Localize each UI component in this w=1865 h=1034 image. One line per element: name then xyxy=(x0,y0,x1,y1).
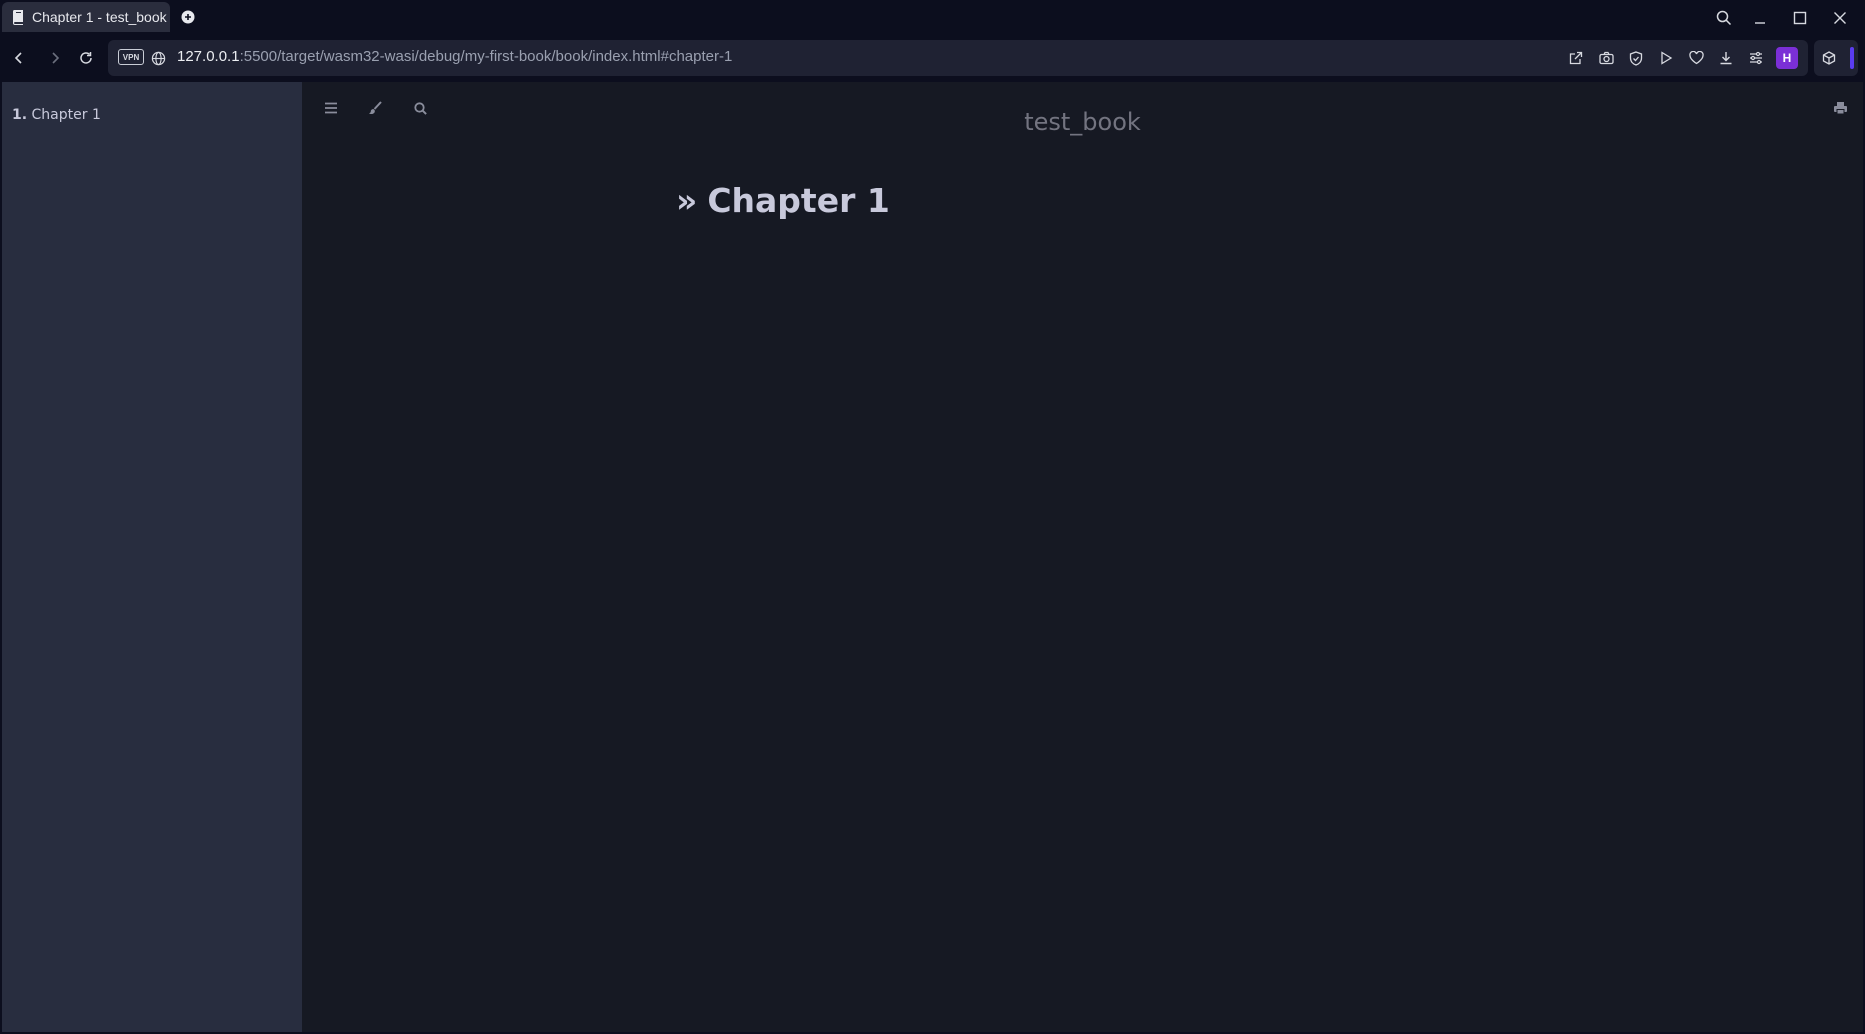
chapter-heading-text: Chapter 1 xyxy=(707,181,890,221)
chapter-heading: » Chapter 1 xyxy=(676,181,890,220)
back-arrow-icon xyxy=(12,51,26,65)
chapter-number: 1. xyxy=(12,107,28,123)
settings-sliders-icon xyxy=(1749,51,1763,65)
download-icon xyxy=(1719,51,1733,65)
forward-arrow-icon xyxy=(48,51,62,65)
minimize-icon xyxy=(1753,11,1767,25)
print-button[interactable] xyxy=(1827,95,1853,121)
downloads-button[interactable] xyxy=(1716,48,1736,68)
shield-icon xyxy=(1629,50,1643,66)
extensions-button[interactable] xyxy=(1819,48,1839,68)
new-tab-button[interactable] xyxy=(178,7,198,27)
chapter-link[interactable]: Chapter 1 xyxy=(32,107,101,123)
reload-button[interactable] xyxy=(74,46,98,70)
play-icon xyxy=(1659,51,1673,65)
browser-tab[interactable]: Chapter 1 - test_book xyxy=(2,2,170,32)
back-button[interactable] xyxy=(7,46,31,70)
share-button[interactable] xyxy=(1566,48,1586,68)
snapshot-button[interactable] xyxy=(1596,48,1616,68)
minimize-button[interactable] xyxy=(1748,6,1772,30)
reload-icon xyxy=(79,51,93,65)
profile-avatar[interactable]: H xyxy=(1776,47,1798,69)
web-page: 1. Chapter 1 test_book » Chapter 1 xyxy=(2,82,1863,1032)
player-button[interactable] xyxy=(1656,48,1676,68)
url-path: :5500/target/wasm32-wasi/debug/my-first-… xyxy=(239,48,733,65)
forward-button[interactable] xyxy=(43,46,67,70)
browser-toolbar: VPN 127.0.0.1:5500/target/wasm32-wasi/de… xyxy=(0,38,1865,78)
book-title: test_book xyxy=(1024,108,1141,137)
vpn-badge[interactable]: VPN xyxy=(118,49,144,65)
cube-icon xyxy=(1822,51,1836,65)
book-content: test_book » Chapter 1 xyxy=(302,82,1863,1032)
sidebar-item-chapter-1[interactable]: 1. Chapter 1 xyxy=(12,107,101,123)
url-host: 127.0.0.1 xyxy=(177,48,240,65)
heart-icon xyxy=(1688,51,1704,65)
camera-icon xyxy=(1598,51,1614,65)
url-text[interactable]: 127.0.0.1:5500/target/wasm32-wasi/debug/… xyxy=(177,48,732,65)
sidebar-toggle[interactable] xyxy=(1850,47,1854,69)
close-window-button[interactable] xyxy=(1828,6,1852,30)
easy-setup-button[interactable] xyxy=(1746,48,1766,68)
search-icon xyxy=(1716,10,1732,26)
heading-anchor[interactable]: » xyxy=(676,181,697,220)
globe-icon xyxy=(151,51,166,66)
maximize-button[interactable] xyxy=(1788,6,1812,30)
maximize-icon xyxy=(1793,11,1807,25)
book-sidebar: 1. Chapter 1 xyxy=(2,82,302,1032)
browser-titlebar: Chapter 1 - test_book xyxy=(0,0,1865,34)
site-info-button[interactable] xyxy=(148,48,168,68)
share-icon xyxy=(1569,51,1583,65)
close-icon xyxy=(1833,11,1847,25)
plus-icon xyxy=(181,10,195,24)
browser-search-button[interactable] xyxy=(1712,6,1736,30)
bookmarks-button[interactable] xyxy=(1686,48,1706,68)
tab-title: Chapter 1 - test_book xyxy=(32,9,167,25)
print-icon xyxy=(1833,101,1848,115)
adblock-button[interactable] xyxy=(1626,48,1646,68)
book-icon xyxy=(10,9,26,25)
